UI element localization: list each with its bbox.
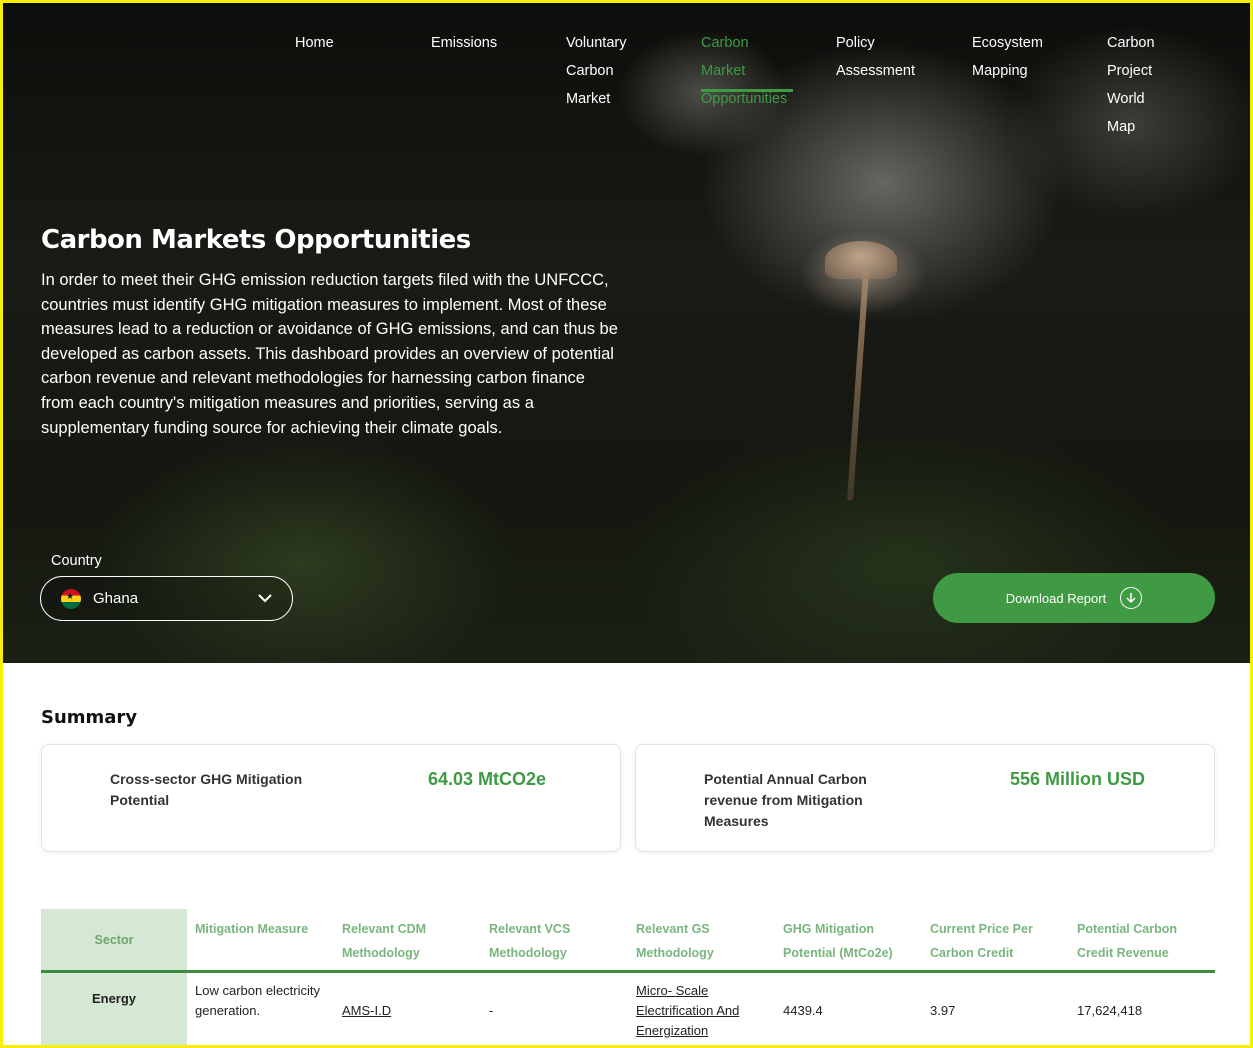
th-credit-revenue: Potential Carbon Credit Revenue [1077,922,1178,960]
cell-cdm-methodology[interactable]: AMS-I.D [334,973,481,1045]
gs-methodology-link[interactable]: Micro- Scale Electrification And Energiz… [636,983,739,1038]
th-mitigation-measure: Mitigation Measure [195,922,309,936]
cell-credit-revenue: 17,624,418 [1077,1003,1143,1018]
opportunities-table: Sector Mitigation Measure Relevant CDM M… [41,909,1215,1045]
mushroom-stem-decoration [846,271,870,501]
cell-sector: Energy [41,973,187,1045]
download-icon [1120,587,1143,609]
th-sector: Sector [41,909,187,970]
ghana-flag-icon [61,588,81,609]
summary-card-value: 556 Million USD [1010,769,1146,789]
page-description: In order to meet their GHG emission redu… [41,271,618,437]
nav-home[interactable]: Home [295,29,334,57]
nav-voluntary-carbon-market[interactable]: Voluntary Carbon Market [566,29,626,113]
nav-carbon-project-world-map[interactable]: Carbon Project World Map [1107,29,1155,141]
cell-ghg-potential: 4439.4 [783,1003,823,1018]
summary-card-revenue: Potential Annual Carbon revenue from Mit… [635,744,1215,852]
nav-policy-assessment[interactable]: Policy Assessment [836,29,915,85]
table-header-row: Sector Mitigation Measure Relevant CDM M… [41,909,1215,973]
nav-carbon-market-opportunities[interactable]: Carbon Market Opportunities [701,29,794,113]
hero-banner: Home Emissions Voluntary Carbon Market Ca… [3,3,1250,663]
th-vcs-methodology: Relevant VCS Methodology [489,922,571,960]
summary-card-value: 64.03 MtCO2e [428,769,547,789]
nav-ecosystem-mapping[interactable]: Ecosystem Mapping [972,29,1043,85]
download-report-label: Download Report [1005,590,1107,606]
mushroom-cap-decoration [825,241,897,279]
chevron-down-icon [258,591,272,607]
page-title: Carbon Markets Opportunities [41,225,471,255]
th-current-price: Current Price Per Carbon Credit [930,922,1033,960]
summary-card-label: Cross-sector GHG Mitigation Potential [110,771,303,808]
country-select[interactable]: Ghana [40,576,293,621]
th-ghg-potential: GHG Mitigation Potential (MtCo2e) [783,922,893,960]
nav-emissions[interactable]: Emissions [431,29,497,57]
table-row: Energy Low carbon electricity generation… [41,973,1215,1045]
summary-card-mitigation: Cross-sector GHG Mitigation Potential 64… [41,744,621,852]
country-label: Country [51,553,102,569]
summary-title: Summary [41,707,138,728]
download-report-button[interactable]: Download Report [933,573,1215,623]
cell-vcs-methodology: - [489,1003,494,1018]
th-gs-methodology: Relevant GS Methodology [636,922,714,960]
cell-current-price: 3.97 [930,1003,956,1018]
cell-mitigation-measure: Low carbon electricity generation. [195,983,320,1018]
summary-card-label: Potential Annual Carbon revenue from Mit… [704,771,867,829]
cell-gs-methodology[interactable]: Micro- Scale Electrification And Energiz… [628,973,775,1045]
country-value: Ghana [93,590,139,607]
cdm-methodology-link[interactable]: AMS-I.D [342,1003,391,1018]
th-cdm-methodology: Relevant CDM Methodology [342,922,427,960]
